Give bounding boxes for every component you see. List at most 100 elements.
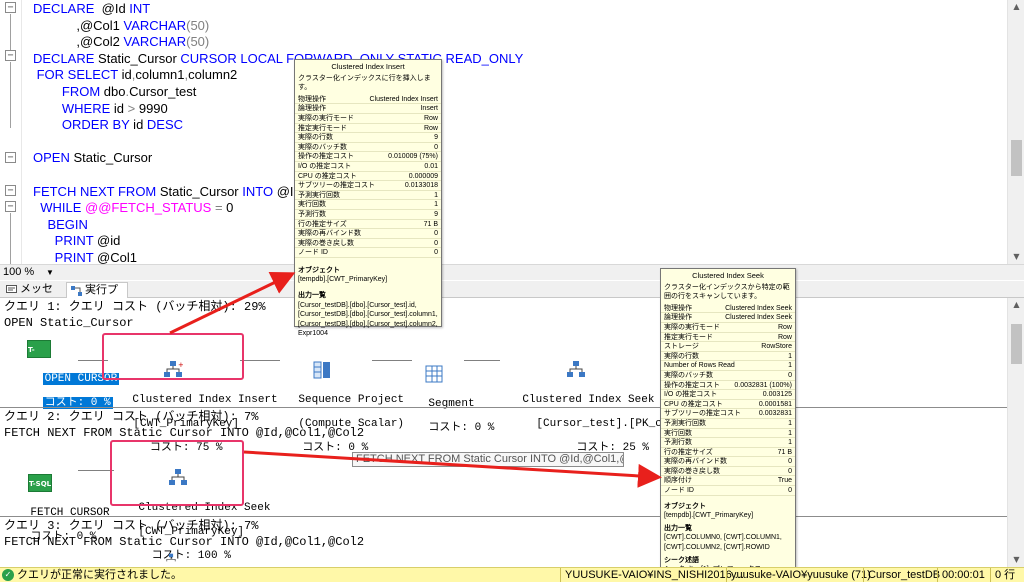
code-line[interactable]: FROM dbo.Cursor_test — [33, 83, 196, 100]
open-cursor-operator[interactable]: T-SQL OPEN CURSOR コスト: 0 % — [3, 340, 120, 409]
code-line[interactable]: PRINT @id — [33, 232, 121, 249]
segment-cost: コスト: 0 % — [428, 422, 495, 434]
code-line[interactable]: OPEN Static_Cursor — [33, 149, 152, 166]
tooltip-line: [CWT].COLUMN2, [CWT].ROWID — [664, 544, 770, 552]
tooltip-property-key: サブツリーの推定コスト — [664, 410, 741, 418]
code-token: ,@Col2 — [33, 34, 124, 50]
sequence-project-operator[interactable]: Sequence Project (Compute Scalar) コスト: 0… — [272, 336, 404, 466]
code-line[interactable]: DECLARE @Id INT — [33, 0, 150, 17]
fold-toggle-icon[interactable]: − — [5, 201, 16, 212]
tab-execution-plan[interactable]: 実行プラン — [66, 282, 128, 311]
tooltip-property-row: サブツリーの推定コスト 0.0032831 — [661, 409, 795, 419]
editor-vertical-scrollbar[interactable]: ▲ ▼ — [1007, 0, 1024, 264]
tab-messages[interactable]: メッセージ — [2, 282, 66, 310]
scroll-down-icon[interactable]: ▼ — [1011, 555, 1022, 565]
fold-toggle-icon[interactable]: − — [5, 185, 16, 196]
code-line[interactable]: DECLARE Static_Cursor CURSOR LOCAL FORWA… — [33, 50, 523, 67]
segment-operator[interactable]: Segment コスト: 0 % — [402, 340, 494, 446]
editor-scroll-thumb[interactable] — [1011, 140, 1022, 176]
editor-gutter: − − − − − — [0, 0, 22, 264]
query-separator — [0, 407, 1007, 408]
scroll-down-icon[interactable]: ▼ — [1011, 252, 1022, 262]
clustered-index-seek-operator[interactable]: Clustered Index Seek (Cluste [Cursor_tes… — [496, 336, 707, 466]
code-token: Static_Cursor — [94, 50, 181, 66]
tooltip-description: クラスター化インデックスから特定の範囲の行をスキャンしています。 — [664, 283, 790, 301]
code-line[interactable]: ,@Col1 VARCHAR(50) — [33, 17, 209, 34]
plan-scroll-thumb[interactable] — [1011, 324, 1022, 364]
tooltip-property-row: ノード ID 0 — [295, 248, 441, 258]
tooltip-object-title: オブジェクト — [664, 502, 706, 510]
seq-project-name: Sequence Project — [298, 394, 405, 406]
tooltip-property-value: 0 — [788, 487, 792, 495]
tooltip-properties: 物理操作 Clustered Index Seek 論理操作 Clustered In… — [661, 304, 795, 496]
code-line[interactable]: BEGIN — [33, 216, 87, 233]
tooltip-property-row: 実際の行数 1 — [661, 352, 795, 362]
code-token: 9990 — [135, 100, 168, 116]
tooltip-property-row: 実際の巻き戻し数 0 — [295, 239, 441, 249]
tooltip-property-row: 論理操作 Clustered Index Seek — [661, 313, 795, 323]
highlight-box — [102, 333, 244, 380]
code-token: Static_Cursor — [69, 150, 153, 166]
tooltip-property-row: 実際の再バインド数 0 — [295, 229, 441, 239]
code-token: FROM — [33, 84, 101, 99]
tooltip-property-key: 行の推定サイズ — [664, 448, 713, 456]
tooltip-property-key: 実際の実行モード — [664, 323, 720, 331]
status-elapsed: 00:00:01 — [937, 568, 985, 582]
status-rows: 0 行 — [990, 568, 1015, 582]
code-token: OPEN — [33, 150, 70, 166]
scroll-up-icon[interactable]: ▲ — [1011, 300, 1022, 310]
tooltip-property-key: 論理操作 — [664, 314, 692, 322]
tooltip-property-key: ノード ID — [664, 487, 694, 495]
ci-insert-name: Clustered Index Insert — [132, 394, 278, 406]
code-line[interactable]: WHERE id > 9990 — [33, 100, 168, 117]
code-line[interactable]: WHILE @@FETCH_STATUS = 0 — [33, 199, 233, 216]
code-token: @Col1 — [93, 250, 137, 264]
tooltip-property-value: 1 — [434, 201, 438, 209]
tooltip-line: [Cursor_testDB].[dbo].[Cursor_test].colu… — [298, 311, 438, 319]
chevron-down-icon[interactable]: ▼ — [46, 265, 54, 280]
tooltip-property-key: CPU の推定コスト — [664, 400, 723, 408]
plan-vertical-scrollbar[interactable]: ▲ ▼ — [1007, 298, 1024, 568]
tooltip-property-key: ノード ID — [298, 249, 328, 257]
plan-connector — [464, 360, 500, 361]
tooltip-property-key: 実際のバッチ数 — [298, 143, 347, 151]
tooltip-property-row: CPU の推定コスト 0.0001581 — [661, 400, 795, 410]
tooltip-property-key: 操作の推定コスト — [298, 153, 354, 161]
tooltip-property-key: 操作の推定コスト — [664, 381, 720, 389]
code-line[interactable]: ,@Col2 VARCHAR(50) — [33, 33, 209, 50]
scroll-up-icon[interactable]: ▲ — [1011, 2, 1022, 12]
execution-plan-icon — [71, 286, 82, 296]
fold-toggle-icon[interactable]: − — [5, 152, 16, 163]
code-token: column2 — [188, 67, 238, 83]
tooltip-property-value: 9 — [434, 210, 438, 218]
fold-toggle-icon[interactable]: − — [5, 50, 16, 61]
query-separator — [0, 516, 1007, 517]
tooltip-property-key: 予測行数 — [664, 439, 692, 447]
code-line[interactable]: ORDER BY id DESC — [33, 116, 183, 133]
zoom-level[interactable]: 100 % — [3, 265, 34, 280]
code-token: @id — [93, 233, 121, 249]
code-line[interactable]: PRINT @Col1 — [33, 249, 137, 264]
tooltip-property-value: 0 — [788, 371, 792, 379]
tooltip-property-row: 順序付け True — [661, 476, 795, 487]
query1-header: クエリ 1: クエリ コスト (バッチ相対): 29% — [4, 300, 266, 314]
tooltip-property-key: 物理操作 — [298, 95, 326, 103]
fold-toggle-icon[interactable]: − — [5, 2, 16, 13]
code-line[interactable]: FETCH NEXT FROM Static_Cursor INTO @Id, — [33, 183, 304, 200]
code-token: FOR SELECT — [33, 67, 119, 83]
tooltip-property-key: 実際の行数 — [298, 134, 333, 142]
code-token: @Id — [94, 1, 130, 16]
query2-header: クエリ 2: クエリ コスト (バッチ相対): 7% — [4, 410, 259, 424]
tooltip-seek-title: シーク述語 — [664, 556, 699, 564]
code-line[interactable]: FOR SELECT id,column1,column2 — [33, 66, 238, 83]
code-token: id — [129, 117, 147, 133]
tooltip-property-row: I/O の推定コスト 0.003125 — [661, 390, 795, 400]
sql-editor[interactable]: − − − − − DECLARE @Id INT ,@Col1 VARCHAR… — [0, 0, 1024, 264]
code-token: VARCHAR — [123, 34, 187, 50]
tooltip-property-row: 行の推定サイズ 71 B — [295, 220, 441, 230]
tooltip-property-key: 実際の巻き戻し数 — [298, 239, 354, 247]
statement-hover-tooltip: FETCH NEXT FROM Static Cursor INTO @Id,@… — [352, 452, 624, 467]
tooltip-line: Expr1004 — [298, 330, 328, 338]
tooltip-object-value: [tempdb].[CWT_PrimaryKey] — [298, 276, 388, 284]
code-token: 0 — [226, 200, 234, 216]
